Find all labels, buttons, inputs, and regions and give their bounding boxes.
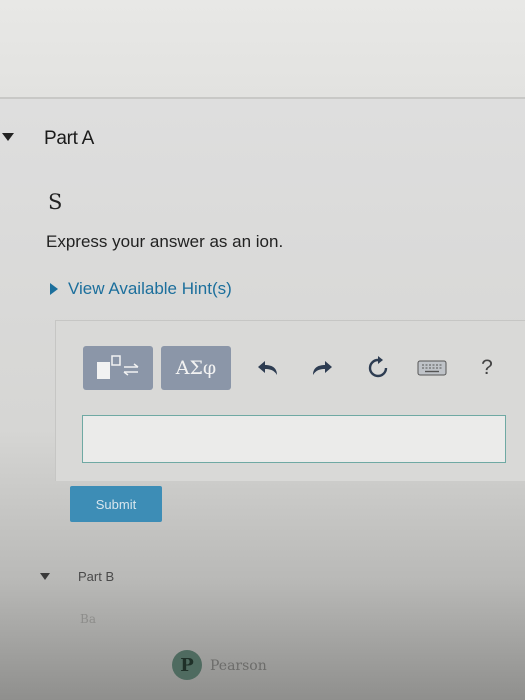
answer-instructions: Express your answer as an ion. <box>46 232 284 251</box>
browser-top-area <box>0 0 525 98</box>
collapse-caret-icon[interactable] <box>2 133 14 141</box>
view-hints-link[interactable]: View Available Hint(s) <box>50 279 232 299</box>
redo-icon <box>313 361 332 375</box>
keyboard-button[interactable] <box>413 346 451 390</box>
undo-button[interactable] <box>251 346 285 390</box>
answer-input[interactable] <box>82 415 506 463</box>
caret-right-icon <box>50 283 58 295</box>
templates-button[interactable] <box>83 346 153 390</box>
redo-button[interactable] <box>305 346 339 390</box>
pearson-logo-text: Pearson <box>210 658 267 674</box>
math-toolbar: ΑΣφ ? <box>83 346 503 390</box>
help-button[interactable]: ? <box>473 346 501 390</box>
undo-icon <box>258 361 277 375</box>
reset-icon <box>368 356 388 378</box>
part-b-text: Ba <box>80 612 96 626</box>
submit-button[interactable]: Submit <box>70 486 162 522</box>
reset-button[interactable] <box>361 346 395 390</box>
element-symbol: S <box>48 190 63 214</box>
pearson-logo-icon: P <box>172 650 202 680</box>
part-b-title[interactable]: Part B <box>78 569 114 584</box>
keyboard-icon <box>417 360 447 376</box>
view-hints-label: View Available Hint(s) <box>68 279 232 298</box>
collapse-caret-icon[interactable] <box>40 573 50 580</box>
greek-symbols-button[interactable]: ΑΣφ <box>161 346 231 390</box>
part-a-title[interactable]: Part A <box>44 128 94 150</box>
template-icon <box>97 355 139 379</box>
